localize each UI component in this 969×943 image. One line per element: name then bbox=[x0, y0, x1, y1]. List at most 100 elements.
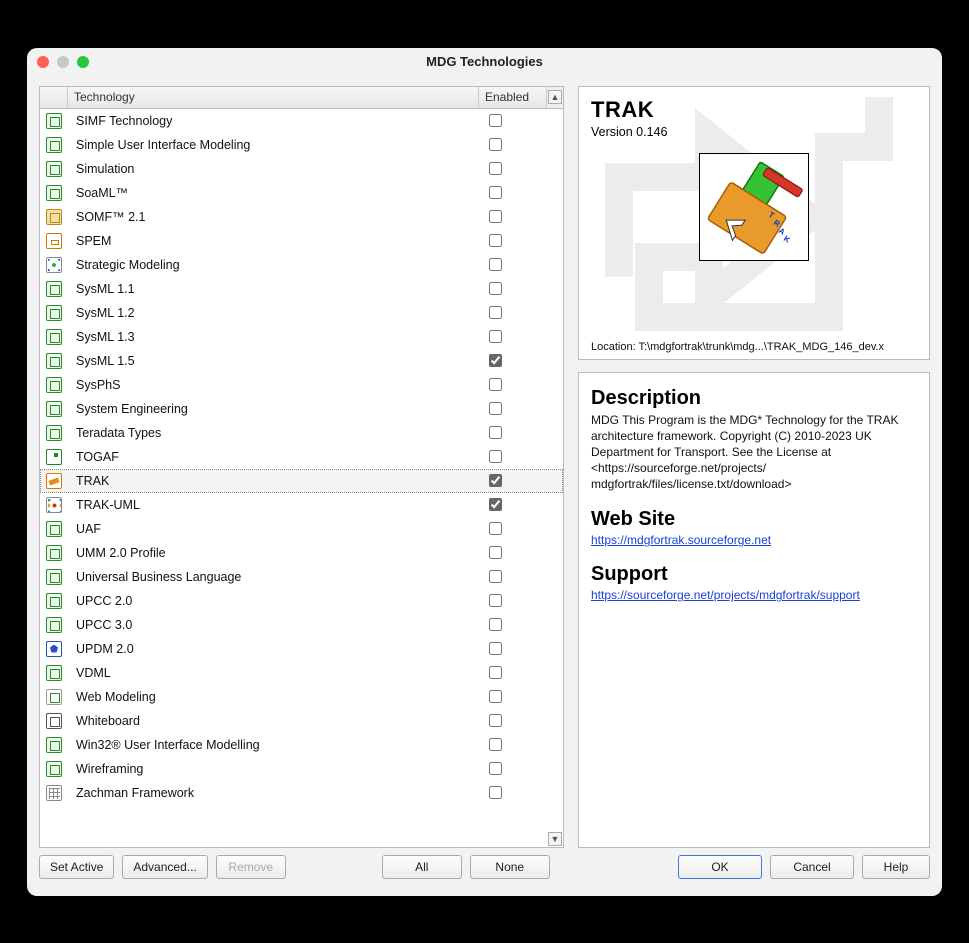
enabled-cell bbox=[479, 615, 547, 634]
all-button[interactable]: All bbox=[382, 855, 462, 879]
technology-icon bbox=[40, 137, 68, 153]
table-row[interactable]: Win32® User Interface Modelling bbox=[40, 733, 563, 757]
enabled-checkbox[interactable] bbox=[489, 426, 502, 439]
enabled-checkbox[interactable] bbox=[489, 114, 502, 127]
close-icon[interactable] bbox=[37, 56, 49, 68]
technology-name: UPCC 3.0 bbox=[68, 618, 479, 632]
table-row[interactable]: SIMF Technology bbox=[40, 109, 563, 133]
enabled-checkbox[interactable] bbox=[489, 186, 502, 199]
table-row[interactable]: SysML 1.1 bbox=[40, 277, 563, 301]
enabled-checkbox[interactable] bbox=[489, 642, 502, 655]
technology-name: Universal Business Language bbox=[68, 570, 479, 584]
technology-icon bbox=[40, 617, 68, 633]
table-row[interactable]: Wireframing bbox=[40, 757, 563, 781]
table-row[interactable]: UAF bbox=[40, 517, 563, 541]
table-row[interactable]: SOMF™ 2.1 bbox=[40, 205, 563, 229]
table-row[interactable]: UPDM 2.0 bbox=[40, 637, 563, 661]
enabled-checkbox[interactable] bbox=[489, 738, 502, 751]
table-row[interactable]: SysML 1.5 bbox=[40, 349, 563, 373]
header-technology[interactable]: Technology bbox=[68, 87, 479, 108]
detail-logo-area: T R A K bbox=[591, 153, 917, 261]
enabled-checkbox[interactable] bbox=[489, 690, 502, 703]
enabled-checkbox[interactable] bbox=[489, 786, 502, 799]
table-row[interactable]: SysML 1.3 bbox=[40, 325, 563, 349]
enabled-checkbox[interactable] bbox=[489, 762, 502, 775]
enabled-checkbox[interactable] bbox=[489, 354, 502, 367]
technology-name: System Engineering bbox=[68, 402, 479, 416]
table-row[interactable]: SoaML™ bbox=[40, 181, 563, 205]
enabled-checkbox[interactable] bbox=[489, 138, 502, 151]
table-row[interactable]: SysPhS bbox=[40, 373, 563, 397]
table-row[interactable]: Simple User Interface Modeling bbox=[40, 133, 563, 157]
enabled-checkbox[interactable] bbox=[489, 522, 502, 535]
enabled-checkbox[interactable] bbox=[489, 714, 502, 727]
titlebar: MDG Technologies bbox=[27, 48, 942, 76]
table-row[interactable]: UPCC 2.0 bbox=[40, 589, 563, 613]
website-heading: Web Site bbox=[591, 508, 917, 531]
enabled-checkbox[interactable] bbox=[489, 258, 502, 271]
cancel-button[interactable]: Cancel bbox=[770, 855, 854, 879]
table-row[interactable]: TRAK bbox=[40, 469, 563, 493]
table-row[interactable]: VDML bbox=[40, 661, 563, 685]
advanced-button[interactable]: Advanced... bbox=[122, 855, 207, 879]
detail-panel: TRAK Version 0.146 T R A K bbox=[578, 86, 930, 848]
enabled-checkbox[interactable] bbox=[489, 546, 502, 559]
support-link[interactable]: https://sourceforge.net/projects/mdgfort… bbox=[591, 588, 860, 602]
table-row[interactable]: Simulation bbox=[40, 157, 563, 181]
table-row[interactable]: Teradata Types bbox=[40, 421, 563, 445]
table-row[interactable]: Universal Business Language bbox=[40, 565, 563, 589]
enabled-cell bbox=[479, 255, 547, 274]
enabled-checkbox[interactable] bbox=[489, 282, 502, 295]
enabled-cell bbox=[479, 159, 547, 178]
ok-button[interactable]: OK bbox=[678, 855, 762, 879]
detail-description-panel: Description MDG This Program is the MDG*… bbox=[578, 372, 930, 848]
table-row[interactable]: Zachman Framework bbox=[40, 781, 563, 805]
technology-icon bbox=[40, 185, 68, 201]
table-row[interactable]: Web Modeling bbox=[40, 685, 563, 709]
technology-name: SysML 1.3 bbox=[68, 330, 479, 344]
enabled-checkbox[interactable] bbox=[489, 450, 502, 463]
enabled-cell bbox=[479, 231, 547, 250]
table-row[interactable]: SPEM bbox=[40, 229, 563, 253]
enabled-checkbox[interactable] bbox=[489, 162, 502, 175]
enabled-cell bbox=[479, 327, 547, 346]
enabled-cell bbox=[479, 303, 547, 322]
table-row[interactable]: TOGAF bbox=[40, 445, 563, 469]
zoom-icon[interactable] bbox=[77, 56, 89, 68]
enabled-cell bbox=[479, 423, 547, 442]
enabled-checkbox[interactable] bbox=[489, 666, 502, 679]
enabled-checkbox[interactable] bbox=[489, 402, 502, 415]
table-row[interactable]: SysML 1.2 bbox=[40, 301, 563, 325]
enabled-cell bbox=[479, 759, 547, 778]
table-row[interactable]: System Engineering bbox=[40, 397, 563, 421]
scroll-down[interactable]: ▼ bbox=[548, 832, 562, 846]
enabled-checkbox[interactable] bbox=[489, 570, 502, 583]
table-row[interactable]: TRAK-UML bbox=[40, 493, 563, 517]
enabled-checkbox[interactable] bbox=[489, 618, 502, 631]
enabled-checkbox[interactable] bbox=[489, 498, 502, 511]
enabled-checkbox[interactable] bbox=[489, 330, 502, 343]
enabled-checkbox[interactable] bbox=[489, 594, 502, 607]
enabled-cell bbox=[479, 351, 547, 370]
enabled-checkbox[interactable] bbox=[489, 234, 502, 247]
none-button[interactable]: None bbox=[470, 855, 550, 879]
technology-name: UPDM 2.0 bbox=[68, 642, 479, 656]
set-active-button[interactable]: Set Active bbox=[39, 855, 114, 879]
table-row[interactable]: UMM 2.0 Profile bbox=[40, 541, 563, 565]
enabled-checkbox[interactable] bbox=[489, 378, 502, 391]
enabled-cell bbox=[479, 567, 547, 586]
help-button[interactable]: Help bbox=[862, 855, 930, 879]
table-row[interactable]: UPCC 3.0 bbox=[40, 613, 563, 637]
technology-icon bbox=[40, 449, 68, 465]
scroll-up[interactable]: ▲ bbox=[547, 87, 563, 108]
website-link[interactable]: https://mdgfortrak.sourceforge.net bbox=[591, 533, 771, 547]
enabled-checkbox[interactable] bbox=[489, 306, 502, 319]
enabled-checkbox[interactable] bbox=[489, 210, 502, 223]
enabled-checkbox[interactable] bbox=[489, 474, 502, 487]
table-row[interactable]: Strategic Modeling bbox=[40, 253, 563, 277]
technology-icon bbox=[40, 761, 68, 777]
header-enabled[interactable]: Enabled bbox=[479, 87, 547, 108]
enabled-cell bbox=[479, 519, 547, 538]
table-row[interactable]: Whiteboard bbox=[40, 709, 563, 733]
enabled-cell bbox=[479, 495, 547, 514]
